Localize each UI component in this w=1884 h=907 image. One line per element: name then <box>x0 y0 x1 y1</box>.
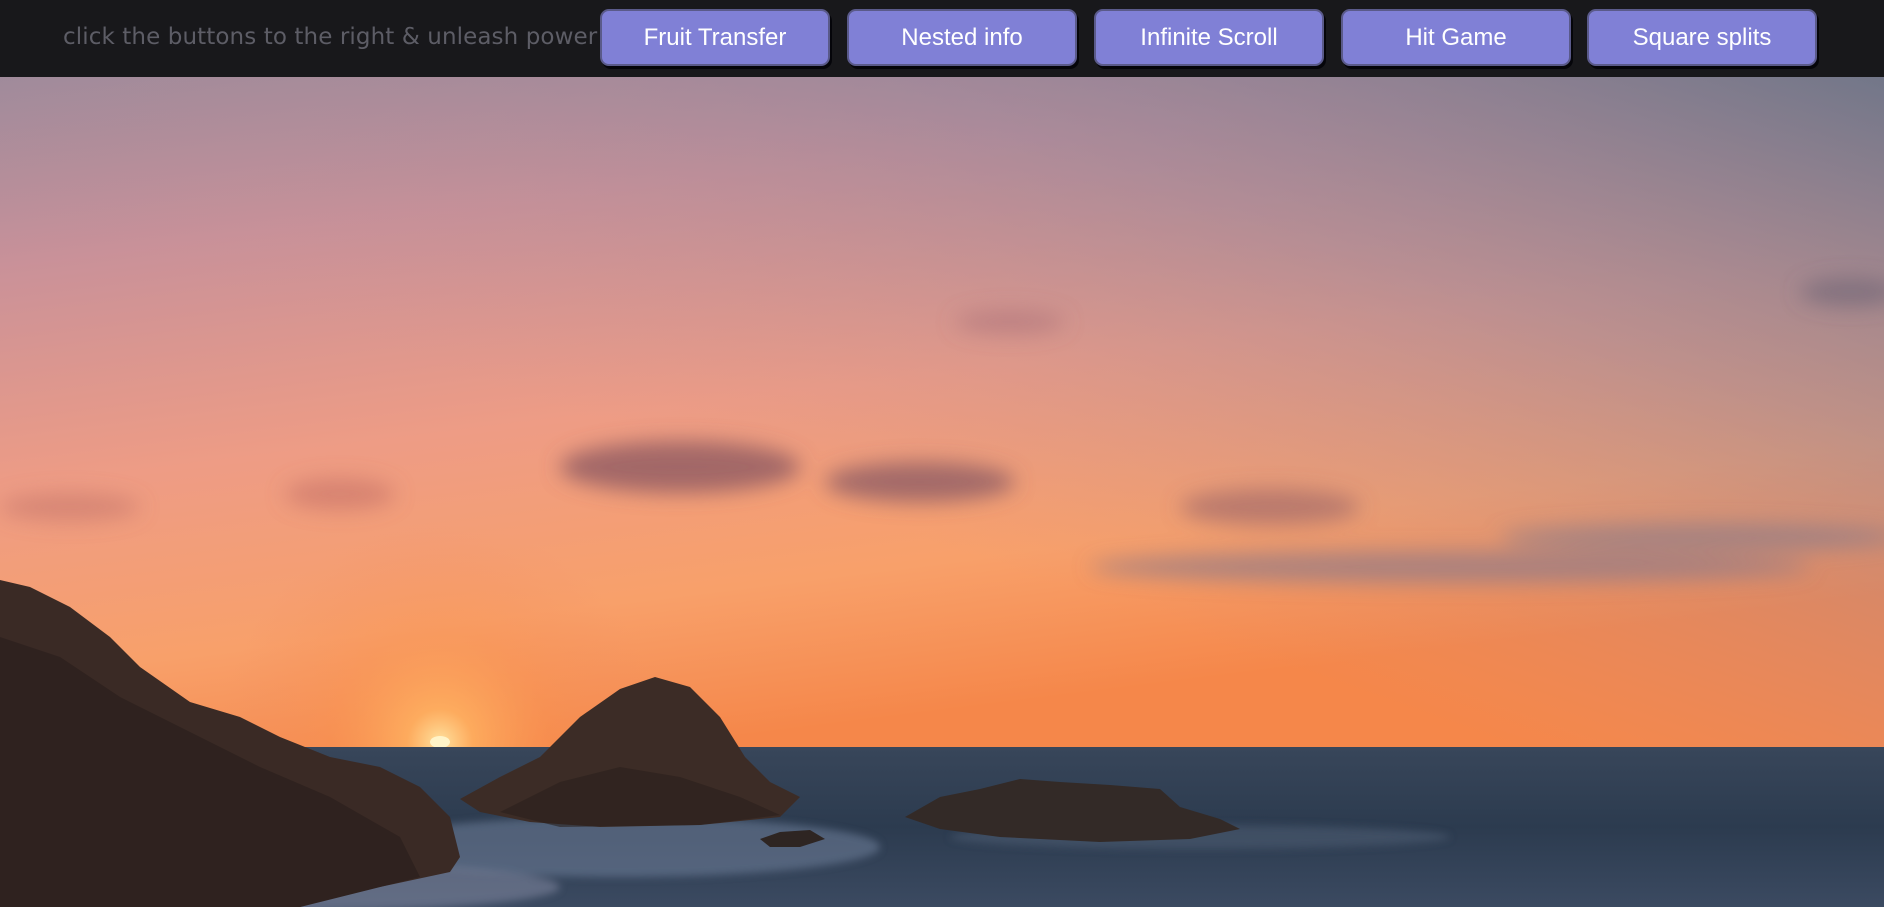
hero-background-image <box>0 77 1884 907</box>
square-splits-button[interactable]: Square splits <box>1587 9 1817 66</box>
sunset-seascape-illustration <box>0 77 1884 907</box>
infinite-scroll-button[interactable]: Infinite Scroll <box>1094 9 1324 66</box>
hit-game-button[interactable]: Hit Game <box>1341 9 1571 66</box>
nested-info-button[interactable]: Nested info <box>847 9 1077 66</box>
tagline-text: click the buttons to the right & unleash… <box>63 24 607 50</box>
sun-shape <box>430 736 450 748</box>
fruit-transfer-button[interactable]: Fruit Transfer <box>600 9 830 66</box>
top-nav-bar: click the buttons to the right & unleash… <box>0 0 1884 77</box>
